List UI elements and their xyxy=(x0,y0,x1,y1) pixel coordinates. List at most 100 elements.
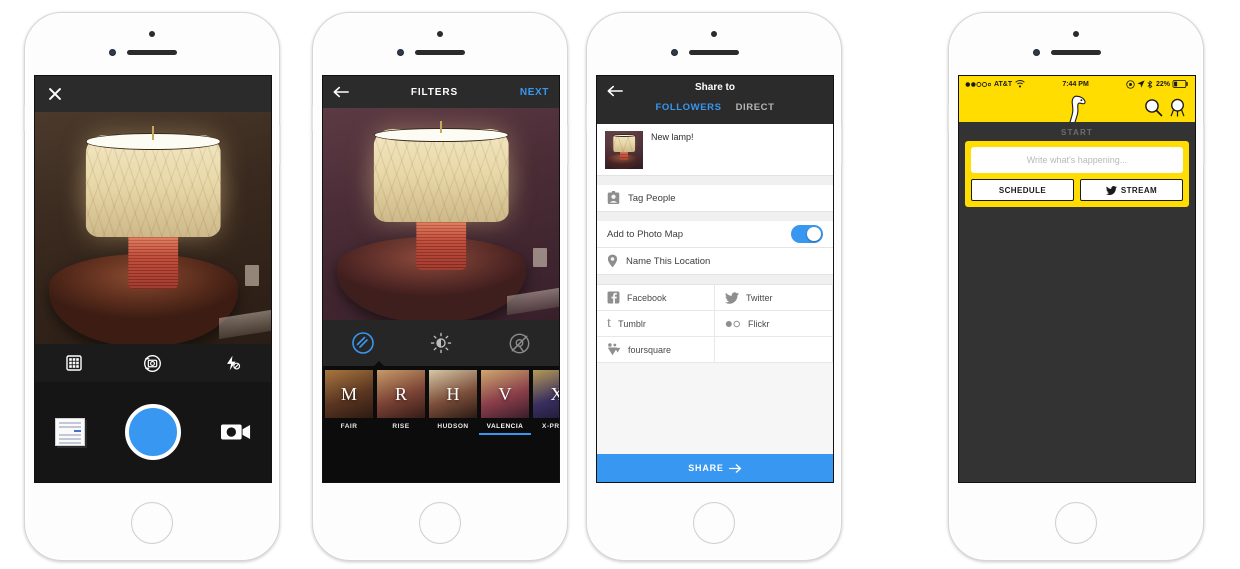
meerkat-nav-bar xyxy=(959,92,1195,124)
filters-screen: FILTERS NEXT M FAIR R RISE H HUDSON V VA… xyxy=(322,75,560,483)
section-divider xyxy=(597,176,833,185)
stream-label: STREAM xyxy=(1120,185,1158,195)
home-button[interactable] xyxy=(131,502,173,544)
social-label: Tumblr xyxy=(618,318,646,329)
photo-map-row[interactable]: Add to Photo Map xyxy=(597,221,833,248)
filter-preview[interactable] xyxy=(323,108,559,320)
lamp-photo-filtered xyxy=(323,108,559,320)
brightness-icon[interactable] xyxy=(430,332,452,354)
social-facebook[interactable]: Facebook xyxy=(597,285,715,311)
home-button[interactable] xyxy=(419,502,461,544)
broadcast-input[interactable]: Write what's happening... xyxy=(971,147,1183,173)
tab-followers[interactable]: FOLLOWERS xyxy=(655,102,721,113)
flash-off-icon[interactable] xyxy=(223,354,241,372)
front-camera-dot-icon xyxy=(711,31,717,37)
photo-lamp-finial xyxy=(440,120,442,134)
caption-text[interactable]: New lamp! xyxy=(651,131,694,142)
photo-lamp-shade xyxy=(373,129,509,223)
lamp-photo-thumb xyxy=(605,131,643,169)
tumblr-icon: t xyxy=(607,315,612,331)
caption-row[interactable]: New lamp! xyxy=(597,124,833,176)
photo-lamp-base xyxy=(128,233,178,290)
share-tabs: FOLLOWERS DIRECT xyxy=(597,102,833,113)
blur-icon[interactable] xyxy=(508,332,531,355)
broadcast-compose-card: Write what's happening... SCHEDULE STREA… xyxy=(965,141,1189,207)
meerkat-logo-icon xyxy=(1063,94,1091,124)
home-button[interactable] xyxy=(693,502,735,544)
lamp-photo xyxy=(35,112,271,344)
camera-screen xyxy=(34,75,272,483)
twitter-icon xyxy=(725,291,739,304)
broadcast-actions: SCHEDULE STREAM xyxy=(971,179,1183,201)
rotation-lock-icon xyxy=(1126,79,1135,89)
stream-button[interactable]: STREAM xyxy=(1080,179,1183,201)
schedule-label: SCHEDULE xyxy=(998,185,1047,195)
filter-item[interactable]: M FAIR xyxy=(323,370,375,430)
foursquare-icon xyxy=(607,343,621,356)
battery-percent-label: 22% xyxy=(1155,80,1170,88)
bluetooth-icon xyxy=(1147,80,1153,89)
home-button[interactable] xyxy=(1055,502,1097,544)
camera-flip-icon[interactable] xyxy=(143,354,162,373)
filter-icon[interactable] xyxy=(351,331,375,355)
social-label: foursquare xyxy=(628,344,672,355)
signal-strength-icon xyxy=(965,81,991,88)
facebook-icon xyxy=(607,291,620,304)
section-divider xyxy=(597,275,833,284)
filter-thumbnail: H xyxy=(429,370,477,418)
screenshot-canvas: FILTERS NEXT M FAIR R RISE H HUDSON V VA… xyxy=(0,0,1240,569)
social-label: Twitter xyxy=(746,292,773,303)
filter-item[interactable]: H HUDSON xyxy=(427,370,479,430)
location-pin-icon xyxy=(607,254,618,268)
close-icon[interactable] xyxy=(47,86,63,102)
wifi-icon xyxy=(1015,80,1025,88)
photo-lamp-base xyxy=(416,219,466,271)
photo-lamp-finial xyxy=(152,125,154,140)
filter-item[interactable]: R RISE xyxy=(375,370,427,430)
earpiece-speaker-icon xyxy=(1051,50,1101,55)
sensor-icon xyxy=(1033,49,1040,56)
social-twitter[interactable]: Twitter xyxy=(715,285,833,311)
front-camera-dot-icon xyxy=(437,31,443,37)
camera-shutter-bar xyxy=(35,382,271,482)
filter-letter: H xyxy=(446,383,460,404)
social-empty-cell xyxy=(715,337,833,363)
filter-thumbnail: X xyxy=(533,370,559,418)
tag-people-icon xyxy=(607,191,620,205)
next-button[interactable]: NEXT xyxy=(520,87,549,98)
photo-lamp-shade xyxy=(85,135,221,238)
social-label: Flickr xyxy=(748,318,770,329)
start-label: START xyxy=(1060,128,1094,137)
sensor-icon xyxy=(671,49,678,56)
grid-icon[interactable] xyxy=(65,355,82,371)
phone-device-meerkat: AT&T 7:44 PM 22% START Write what's happ… xyxy=(947,12,1205,561)
tag-people-row[interactable]: Tag People xyxy=(597,185,833,212)
filter-list[interactable]: M FAIR R RISE H HUDSON V VALENCIA X-PR xyxy=(323,366,559,482)
arrow-right-icon xyxy=(728,463,742,473)
social-foursquare[interactable]: foursquare xyxy=(597,337,715,363)
photo-wall-outlet xyxy=(533,247,548,267)
photo-map-label: Add to Photo Map xyxy=(607,228,684,240)
social-tumblr[interactable]: t Tumblr xyxy=(597,311,715,337)
ios-status-bar: AT&T 7:44 PM 22% xyxy=(959,76,1195,92)
video-camera-icon[interactable] xyxy=(221,421,251,443)
location-row[interactable]: Name This Location xyxy=(597,248,833,275)
filter-thumbnail: R xyxy=(377,370,425,418)
shutter-button[interactable] xyxy=(125,404,181,460)
profile-icon[interactable] xyxy=(1168,98,1187,117)
filter-item-selected[interactable]: V VALENCIA xyxy=(479,370,531,435)
search-icon[interactable] xyxy=(1144,98,1163,117)
gallery-thumbnail-button[interactable] xyxy=(55,418,85,446)
social-flickr[interactable]: Flickr xyxy=(715,311,833,337)
phone-earpiece-group xyxy=(313,31,567,63)
share-button[interactable]: SHARE xyxy=(597,454,833,482)
tab-direct[interactable]: DIRECT xyxy=(736,102,775,113)
thumb-line xyxy=(59,442,81,444)
back-arrow-icon[interactable] xyxy=(333,86,349,98)
schedule-button[interactable]: SCHEDULE xyxy=(971,179,1074,201)
filter-item[interactable]: X X-PRO II xyxy=(531,370,559,430)
photo-map-toggle[interactable] xyxy=(791,225,823,243)
photo-wall-outlet xyxy=(245,265,260,286)
phone-earpiece-group xyxy=(949,31,1203,63)
camera-viewfinder[interactable] xyxy=(35,112,271,344)
